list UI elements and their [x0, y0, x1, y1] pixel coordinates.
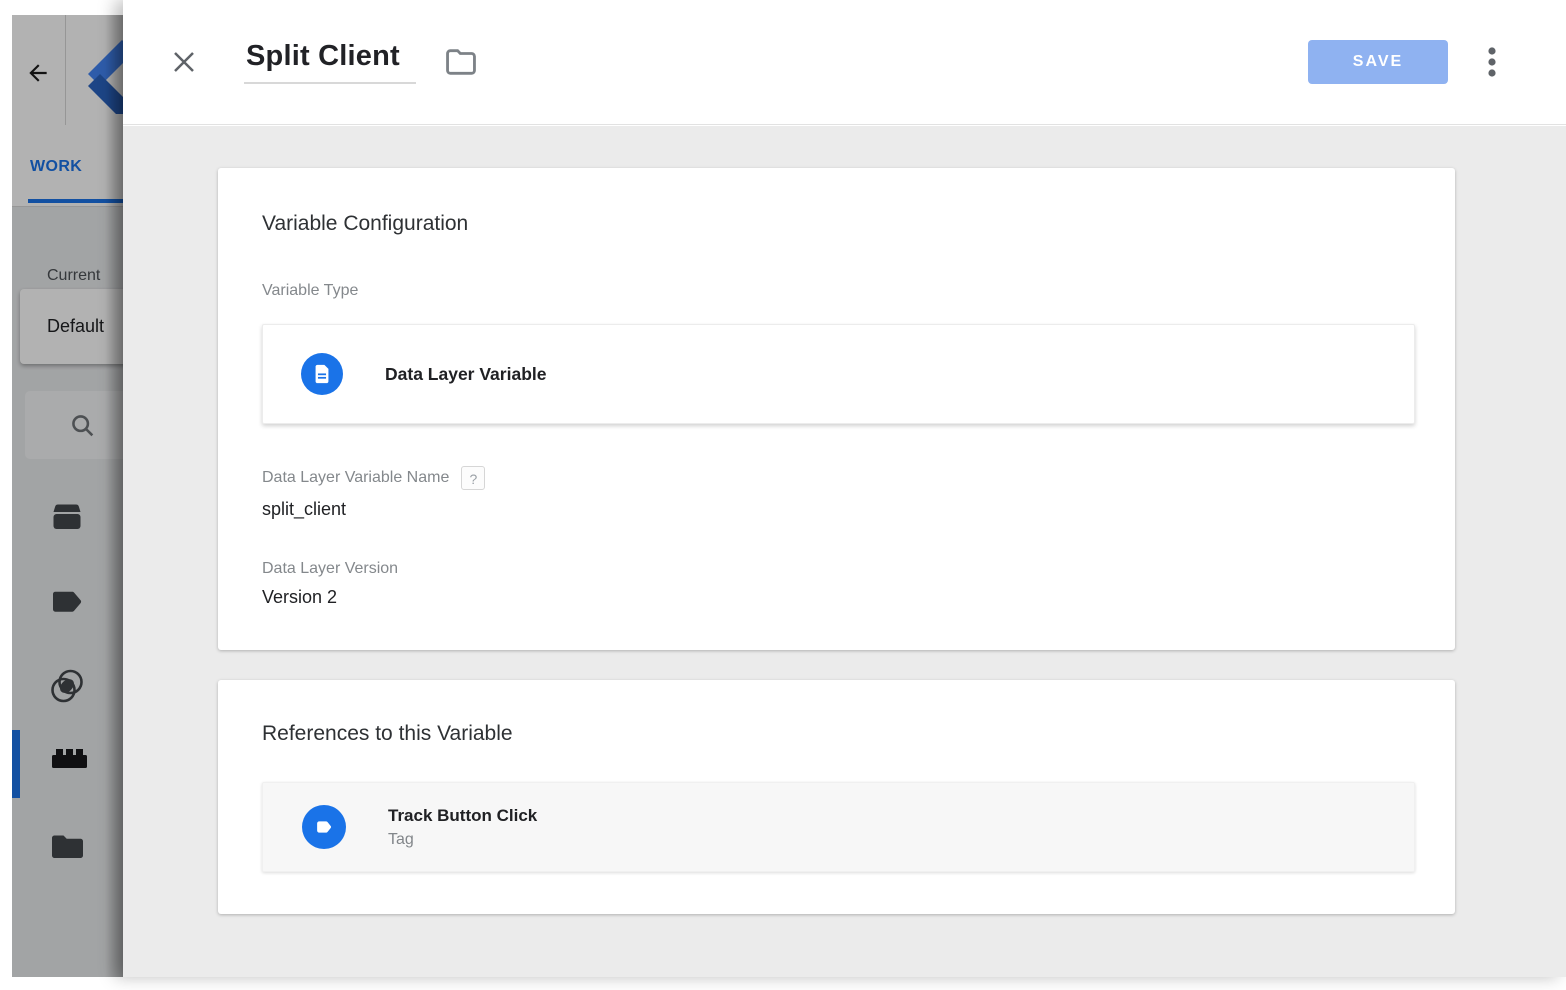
variable-name-label: Data Layer Variable Name — [262, 469, 449, 487]
kebab-menu-icon — [1487, 45, 1497, 79]
variable-title-input[interactable]: Split Client — [244, 40, 416, 84]
help-badge[interactable]: ? — [461, 466, 485, 490]
variable-name-row: Data Layer Variable Name ? — [262, 466, 1415, 490]
reference-name: Track Button Click — [388, 806, 537, 826]
editor-body: Variable Configuration Variable Type Dat… — [123, 126, 1566, 977]
triggers-icon — [49, 668, 85, 706]
references-card: References to this Variable Track Button… — [218, 680, 1455, 914]
tag-icon — [313, 816, 335, 838]
sidebar-item-overview[interactable] — [49, 503, 89, 537]
variable-title: Split Client — [246, 40, 400, 72]
sidebar-item-variables[interactable] — [49, 748, 89, 782]
active-nav-indicator — [12, 730, 20, 798]
reference-icon-circle — [302, 805, 346, 849]
sidebar-item-triggers[interactable] — [49, 668, 89, 702]
tab-workspace[interactable]: WORK — [30, 158, 82, 176]
more-actions-button[interactable] — [1482, 44, 1502, 80]
reference-texts: Track Button Click Tag — [388, 806, 537, 849]
sidebar-item-tags[interactable] — [49, 590, 89, 624]
reference-type: Tag — [388, 831, 537, 849]
variables-icon — [49, 748, 89, 770]
overview-icon — [49, 503, 85, 531]
data-layer-variable-icon — [311, 363, 333, 385]
close-icon — [169, 47, 199, 77]
sidebar-item-folders[interactable] — [49, 833, 89, 867]
close-button[interactable] — [168, 46, 200, 78]
move-to-folder-button[interactable] — [440, 44, 482, 80]
workspace-topbar — [12, 15, 123, 125]
sidebar-nav — [12, 207, 123, 977]
folder-icon — [441, 45, 481, 79]
variable-editor-panel: Split Client SAVE Variable Configurati — [123, 0, 1566, 977]
tab-active-underline — [28, 199, 123, 203]
gtm-screen: WORK Current Default — [0, 0, 1566, 990]
variable-type-name: Data Layer Variable — [385, 364, 546, 385]
gtm-logo-icon — [82, 40, 123, 114]
reference-list-item[interactable]: Track Button Click Tag — [262, 782, 1415, 872]
workspace-underlay: WORK Current Default — [12, 15, 123, 977]
folders-icon — [49, 833, 85, 861]
variable-configuration-card: Variable Configuration Variable Type Dat… — [218, 168, 1455, 650]
workspace-sidebar: Current Default — [12, 207, 123, 977]
save-button[interactable]: SAVE — [1308, 40, 1448, 84]
tags-icon — [49, 590, 85, 614]
back-button[interactable] — [25, 60, 51, 86]
topbar-divider — [65, 15, 66, 125]
workspace-tabbar: WORK — [12, 125, 123, 207]
data-layer-version-label: Data Layer Version — [262, 560, 1415, 578]
variable-name-value: split_client — [262, 499, 1415, 520]
data-layer-version-value: Version 2 — [262, 587, 1415, 608]
arrow-back-icon — [25, 60, 51, 86]
editor-header: Split Client SAVE — [123, 0, 1566, 125]
configuration-heading: Variable Configuration — [262, 212, 1415, 236]
variable-type-icon-circle — [301, 353, 343, 395]
references-heading: References to this Variable — [262, 722, 1415, 746]
variable-type-selector[interactable]: Data Layer Variable — [262, 324, 1415, 424]
variable-type-label: Variable Type — [262, 282, 1415, 300]
